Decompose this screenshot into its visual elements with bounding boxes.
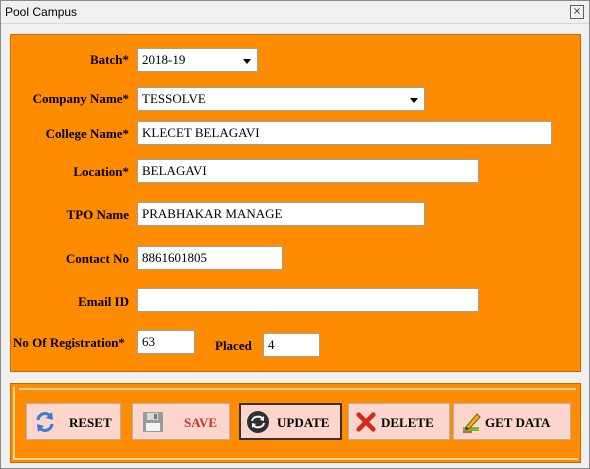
college-name-field[interactable]: KLECET BELAGAVI [137, 121, 552, 145]
red-x-icon [356, 412, 376, 432]
floppy-disk-icon [143, 412, 163, 432]
registration-label: No Of Registration* [13, 335, 125, 350]
email-id-label: Email ID [78, 294, 129, 309]
reset-button-label: RESET [69, 415, 112, 430]
save-button-label: SAVE [184, 415, 218, 430]
email-id-field[interactable] [137, 288, 479, 312]
save-button[interactable]: SAVE [132, 403, 230, 440]
batch-label: Batch* [90, 52, 129, 67]
batch-value: 2018-19 [142, 52, 186, 67]
edit-pencil-icon [463, 413, 481, 433]
location-field[interactable]: BELAGAVI [137, 159, 479, 183]
update-button[interactable]: UPDATE [239, 403, 342, 440]
title-bar: Pool Campus × [1, 1, 589, 24]
company-name-select[interactable]: TESSOLVE [137, 87, 425, 111]
window-title: Pool Campus [5, 5, 78, 19]
get-data-button-label: GET DATA [485, 415, 551, 430]
batch-select[interactable]: 2018-19 [137, 48, 258, 72]
college-name-label: College Name* [45, 126, 129, 141]
placed-field[interactable]: 4 [263, 333, 320, 357]
pool-campus-window: Pool Campus × Batch* 2018-19 Company Nam… [0, 0, 590, 469]
tpo-name-field[interactable]: PRABHAKAR MANAGE [137, 202, 425, 226]
delete-button[interactable]: DELETE [348, 403, 450, 440]
reset-button[interactable]: RESET [26, 403, 121, 440]
refresh-icon [36, 412, 54, 432]
update-button-label: UPDATE [277, 415, 330, 430]
tpo-name-label: TPO Name [66, 207, 129, 222]
location-label: Location* [73, 164, 129, 179]
contact-no-field[interactable]: 8861601805 [137, 246, 283, 270]
chevron-down-icon [243, 59, 251, 64]
company-name-label: Company Name* [32, 91, 129, 106]
delete-button-label: DELETE [381, 415, 434, 430]
company-name-value: TESSOLVE [142, 91, 206, 106]
close-button[interactable]: × [570, 5, 584, 19]
chevron-down-icon [410, 98, 418, 103]
contact-no-label: Contact No [65, 251, 129, 266]
update-cycle-icon [247, 411, 269, 433]
placed-label: Placed [215, 338, 252, 353]
registration-field[interactable]: 63 [137, 330, 195, 354]
get-data-button[interactable]: GET DATA [453, 403, 571, 440]
